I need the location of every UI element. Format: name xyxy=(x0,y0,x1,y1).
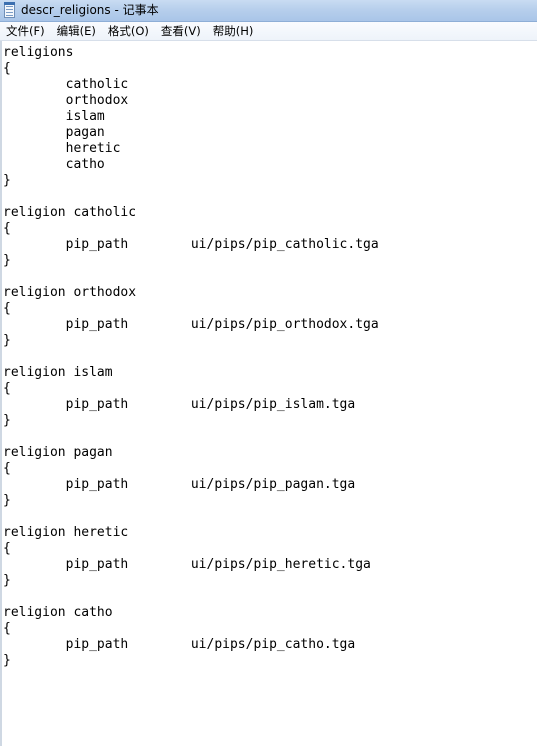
menu-file[interactable]: 文件(F) xyxy=(0,23,51,40)
text-editor-area[interactable]: religions { catholic orthodox islam paga… xyxy=(0,41,537,746)
menu-edit[interactable]: 编辑(E) xyxy=(51,23,102,40)
file-content[interactable]: religions { catholic orthodox islam paga… xyxy=(2,41,537,669)
menu-view[interactable]: 查看(V) xyxy=(155,23,207,40)
title-bar[interactable]: descr_religions - 记事本 xyxy=(0,0,537,22)
notepad-icon xyxy=(4,2,15,18)
menu-bar: 文件(F) 编辑(E) 格式(O) 查看(V) 帮助(H) xyxy=(0,22,537,41)
menu-help[interactable]: 帮助(H) xyxy=(207,23,260,40)
menu-format[interactable]: 格式(O) xyxy=(102,23,155,40)
notepad-window: descr_religions - 记事本 文件(F) 编辑(E) 格式(O) … xyxy=(0,0,537,746)
window-title: descr_religions - 记事本 xyxy=(21,3,159,17)
